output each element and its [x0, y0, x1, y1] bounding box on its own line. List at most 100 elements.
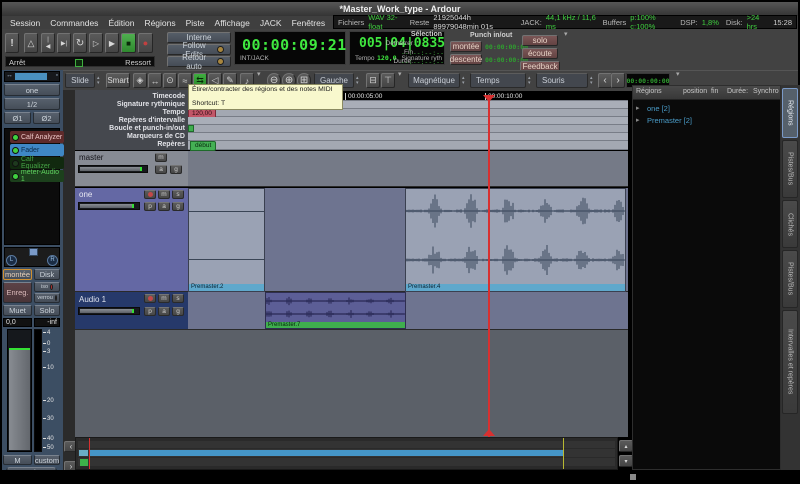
region-list-row[interactable]: ▸ Premaster [2]	[633, 115, 780, 126]
summary-scroll-up[interactable]: ▴	[619, 440, 633, 452]
metering-mode-button[interactable]: M	[3, 455, 32, 465]
range-tool-button[interactable]: ↔	[148, 73, 162, 88]
punch-in-button[interactable]: montée	[450, 41, 482, 52]
tab-pistes-bus-1[interactable]: Pistes/Bus	[782, 140, 798, 198]
one-rec-button[interactable]	[144, 190, 156, 199]
audio1-mute-button[interactable]: m	[158, 294, 170, 303]
column-synchro[interactable]: Synchro	[753, 88, 779, 95]
menu-jack[interactable]: JACK	[260, 18, 282, 28]
goto-end-button[interactable]: ▶|	[57, 33, 71, 53]
ruler-cd[interactable]	[188, 133, 628, 141]
menu-session[interactable]: Session	[10, 18, 40, 28]
master-fader[interactable]	[78, 165, 148, 173]
ruler-reperes[interactable]: début	[188, 141, 628, 150]
menu-commandes[interactable]: Commandes	[50, 18, 98, 28]
transport-chevron-icon[interactable]: ▾	[564, 30, 568, 38]
snap-mode-spinner[interactable]: ▴▾	[462, 73, 465, 88]
splitter-column[interactable]	[63, 90, 75, 480]
audio1-g-button[interactable]: g	[172, 307, 184, 316]
panner[interactable]: L R	[4, 247, 60, 267]
height-chevron-icon[interactable]: ▾	[398, 70, 402, 78]
record-enable-button[interactable]: Enreg.	[3, 282, 32, 303]
edit-mode-spinner[interactable]: ▴▾	[97, 73, 100, 88]
region-premaster7[interactable]: Premaster.7	[265, 292, 406, 329]
tab-regions[interactable]: Régions	[782, 88, 798, 138]
ruler-intervalle[interactable]	[188, 117, 628, 125]
nudge-back-button[interactable]: ‹	[598, 73, 612, 88]
play-range-button[interactable]: ▷	[89, 33, 103, 53]
playhead-bottom-triangle[interactable]	[483, 429, 495, 436]
edit-mode-combo[interactable]: Slide	[65, 73, 95, 88]
column-duree[interactable]: Durée:	[727, 88, 748, 95]
grid-unit-spinner[interactable]: ▴▾	[528, 73, 531, 88]
mute-button[interactable]: Muet	[3, 305, 32, 316]
meter-custom-button[interactable]: custom	[34, 455, 60, 465]
summary-scroll-down[interactable]: ▾	[619, 455, 633, 467]
track-name-one[interactable]: one	[79, 190, 92, 199]
disk-monitor-button[interactable]: Disk	[34, 269, 60, 280]
region-premaster2[interactable]: Premaster.2	[188, 188, 265, 292]
audio1-a-button[interactable]: a	[158, 307, 170, 316]
zoom-tool-button[interactable]: ⊙	[163, 73, 177, 88]
goto-start-button[interactable]: |◀	[41, 33, 55, 53]
monitor-button[interactable]: écoute	[522, 48, 558, 59]
grab-tool-button[interactable]: ◈	[133, 73, 147, 88]
pan-handle[interactable]	[29, 248, 38, 256]
solo-lock-button[interactable]: verrou	[34, 293, 60, 303]
processor-meter[interactable]: meter-Audio 1	[10, 170, 64, 182]
tab-cliches[interactable]: Clichés	[782, 200, 798, 248]
editor-canvas[interactable]	[75, 330, 628, 437]
metronome-button[interactable]: △	[24, 33, 38, 53]
solo-iso-button[interactable]: iso	[34, 282, 60, 292]
record-arm-button[interactable]: montée	[3, 269, 32, 280]
edit-point-spinner[interactable]: ▴▾	[590, 73, 593, 88]
one-p-button[interactable]: p	[144, 202, 156, 211]
region-premaster4[interactable]: Premaster.4	[405, 188, 626, 292]
processor-led[interactable]	[12, 134, 19, 141]
stop-button[interactable]: ■	[121, 33, 136, 53]
strip-io-button[interactable]: 1/2	[4, 98, 60, 110]
gain-display[interactable]: 0,0	[3, 318, 32, 327]
zoom-focus-spinner[interactable]: ▴▾	[356, 73, 359, 88]
processor-led[interactable]	[12, 160, 19, 167]
audio1-fader[interactable]	[78, 307, 140, 315]
master-a-button[interactable]: a	[155, 165, 167, 174]
track-name-audio1[interactable]: Audio 1	[79, 295, 106, 304]
selection-end-value[interactable]: --:--:--:--	[401, 49, 444, 57]
punch-out-button[interactable]: descente	[450, 54, 482, 65]
menu-fenetres[interactable]: Fenêtres	[292, 18, 326, 28]
column-regions[interactable]: Régions	[636, 88, 662, 95]
one-a-button[interactable]: a	[158, 202, 170, 211]
tools-chevron-icon[interactable]: ▾	[257, 70, 261, 78]
shuttle-marker[interactable]	[75, 59, 83, 67]
processor-fader[interactable]: Fader	[10, 144, 64, 156]
edit-point-combo[interactable]: Souris	[536, 73, 588, 88]
smart-mode-button[interactable]: Smart	[106, 73, 130, 88]
menu-regions[interactable]: Régions	[144, 18, 175, 28]
fit-tracks-button[interactable]: ⊟	[366, 73, 380, 88]
selection-start-value[interactable]: --:--:--:--	[401, 40, 444, 48]
grid-unit-combo[interactable]: Temps	[470, 73, 526, 88]
processor-calf-analyzer[interactable]: Calf Analyzer	[10, 131, 64, 143]
menu-piste[interactable]: Piste	[186, 18, 205, 28]
menu-edition[interactable]: Édition	[108, 18, 134, 28]
snap-mode-combo[interactable]: Magnétique	[408, 73, 460, 88]
solo-button[interactable]: Solo	[34, 305, 60, 316]
track-lane-master[interactable]	[188, 151, 628, 187]
master-g-button[interactable]: g	[170, 165, 182, 174]
audio1-rec-button[interactable]	[144, 294, 156, 303]
loop-button[interactable]: ↻	[73, 33, 87, 53]
processor-box[interactable]: Calf Analyzer Fader Calf Equalizer meter…	[4, 128, 60, 245]
one-g-button[interactable]: g	[172, 202, 184, 211]
play-button[interactable]: ▶	[105, 33, 119, 53]
punch-button[interactable]: !	[5, 33, 19, 53]
record-button[interactable]: ●	[138, 33, 153, 53]
track-header-one[interactable]: one m s p a g	[75, 188, 188, 292]
ruler-tempo[interactable]: 120,00	[188, 109, 628, 117]
tab-intervalles[interactable]: Intervalles et repères	[782, 310, 798, 414]
start-marker[interactable]: début	[190, 141, 216, 151]
peak-display[interactable]: -inf	[34, 318, 60, 327]
auto-return-button[interactable]: Retour auto	[167, 56, 231, 67]
audio1-p-button[interactable]: p	[144, 307, 156, 316]
nudge-forward-button[interactable]: ›	[611, 73, 625, 88]
